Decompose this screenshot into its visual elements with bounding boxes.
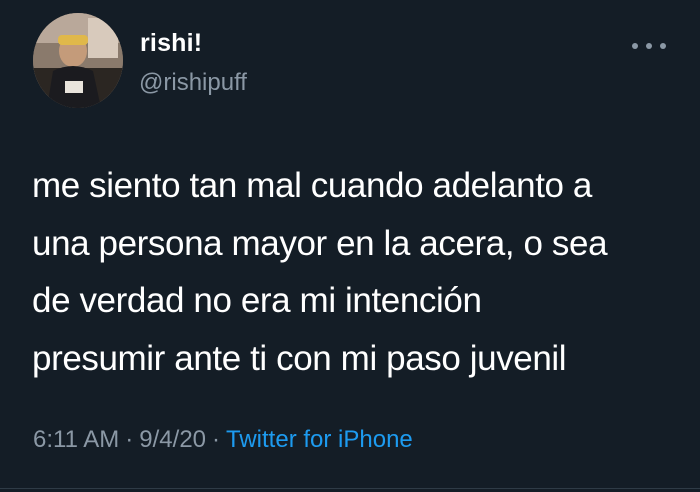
tweet-text-line: una persona mayor en la acera, o sea	[32, 223, 608, 263]
avatar-photo	[33, 13, 123, 108]
tweet-text-line: me siento tan mal cuando adelanto a	[32, 166, 592, 205]
more-dots-icon[interactable]	[632, 38, 666, 54]
tweet-text: me siento tan mal cuando adelanto a una …	[32, 157, 682, 387]
separator: ·	[125, 426, 134, 453]
dot-icon	[660, 43, 666, 49]
tweet-meta: 6:11 AM · 9/4/20 · Twitter for iPhone	[33, 426, 413, 454]
divider	[0, 488, 700, 489]
dot-icon	[646, 43, 652, 49]
tweet-text-line: presumir ante ti con mi paso juvenil	[32, 338, 567, 378]
tweet-time[interactable]: 6:11 AM	[33, 426, 119, 453]
tweet-text-line: de verdad no era mi intención	[32, 281, 482, 320]
display-name[interactable]: rishi!	[140, 29, 202, 58]
tweet-source-link[interactable]: Twitter for iPhone	[226, 426, 413, 453]
tweet-card: rishi! @rishipuff me siento tan mal cuan…	[0, 0, 700, 492]
dot-icon	[632, 43, 638, 49]
tweet-date[interactable]: 9/4/20	[139, 426, 206, 453]
separator: ·	[212, 426, 221, 453]
avatar[interactable]	[33, 13, 123, 108]
user-handle[interactable]: @rishipuff	[139, 69, 247, 97]
